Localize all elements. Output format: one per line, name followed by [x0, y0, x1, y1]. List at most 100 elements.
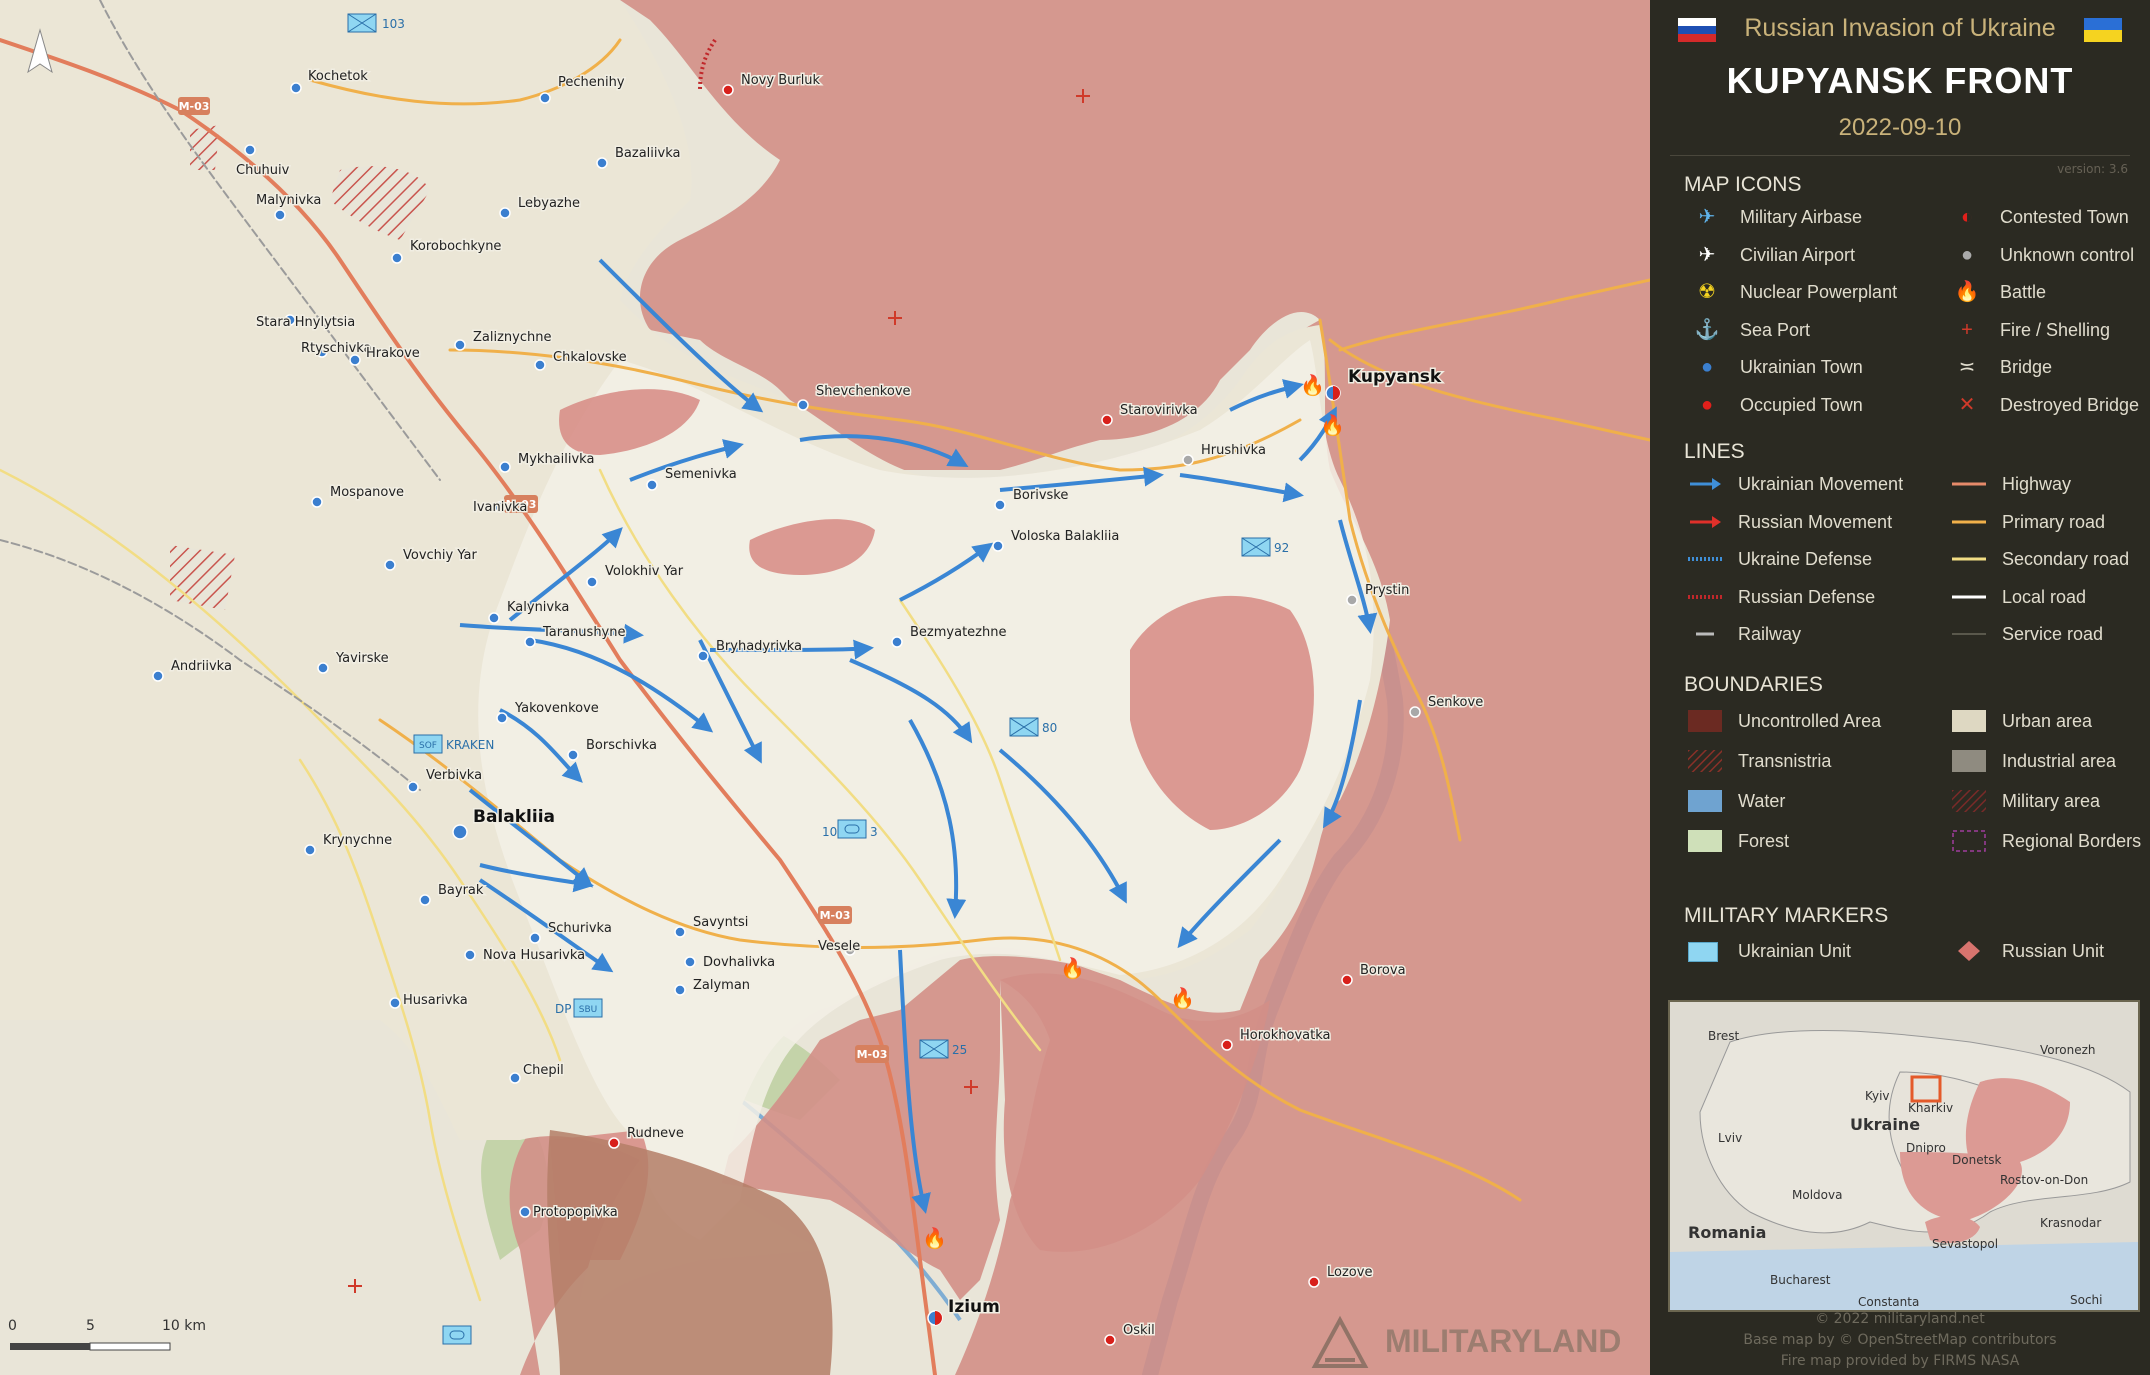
town-label: Mospanove: [330, 485, 404, 500]
town-marker-horokhovatka[interactable]: [1221, 1039, 1233, 1051]
town-marker-kalynivka[interactable]: [488, 612, 500, 624]
town-marker-protopopivka[interactable]: [519, 1206, 531, 1218]
town-marker-semenivka[interactable]: [646, 479, 658, 491]
town-marker-mykhailivka[interactable]: [499, 461, 511, 473]
town-marker-zaliznychne[interactable]: [454, 339, 466, 351]
town-marker-prystin[interactable]: [1346, 594, 1358, 606]
town-label: Malynivka: [256, 193, 321, 208]
town-marker-chuhuiv[interactable]: [244, 144, 256, 156]
town-marker-taranushyne[interactable]: [524, 636, 536, 648]
town-marker-borschivka[interactable]: [567, 749, 579, 761]
legend-label: Uncontrolled Area: [1738, 711, 1882, 731]
unit-dp-sbu[interactable]: DP SBU: [555, 998, 603, 1018]
town-marker-kochetok[interactable]: [290, 82, 302, 94]
inset-label: Lviv: [1718, 1131, 1742, 1145]
svg-text:SOF: SOF: [419, 741, 437, 751]
half-dot-icon: ◐: [1960, 206, 1974, 228]
town-marker-balakliia[interactable]: [452, 824, 468, 840]
town-marker-krynychne[interactable]: [304, 844, 316, 856]
town-marker-yakovenkove[interactable]: [496, 712, 508, 724]
unit-sof-kraken[interactable]: SOF KRAKEN: [413, 734, 494, 754]
svg-text:10 km: 10 km: [162, 1318, 206, 1334]
town-label: Andriivka: [171, 659, 232, 674]
town-label: Novy Burluk: [741, 73, 821, 88]
town-marker-lebyazhe[interactable]: [499, 207, 511, 219]
overview-inset-map: Brest Voronezh Kyiv Lviv Ukraine Kharkiv Dnipr…: [1668, 1000, 2140, 1312]
town-marker-nova-husarivka[interactable]: [464, 949, 476, 961]
town-marker-hrushivka[interactable]: [1182, 454, 1194, 466]
civilian-airport-icon: ✈: [1698, 243, 1716, 266]
town-marker-schurivka[interactable]: [529, 932, 541, 944]
legend-label: Military area: [2002, 791, 2101, 811]
town-marker-pechenihy[interactable]: [539, 92, 551, 104]
town-marker-bazaliivka[interactable]: [596, 157, 608, 169]
town-marker-savyntsi[interactable]: [674, 926, 686, 938]
town-marker-starovirivka[interactable]: [1101, 414, 1113, 426]
town-marker-verbivka[interactable]: [407, 781, 419, 793]
red-dot-icon: ●: [1700, 393, 1714, 416]
town-marker-shevchenkove[interactable]: [797, 399, 809, 411]
fire-icon: 🔥: [1300, 373, 1325, 397]
military-markers-title: MILITARY MARKERS: [1684, 904, 1889, 927]
town-label: Hrakove: [366, 346, 420, 361]
town-label: Horokhovatka: [1240, 1028, 1331, 1043]
town-label: Kupyansk: [1348, 367, 1442, 387]
town-label: Volokhiv Yar: [605, 564, 684, 579]
legend-label: Ukraine Defense: [1738, 549, 1873, 569]
legend-label: Nuclear Powerplant: [1740, 282, 1898, 302]
town-marker-husarivka[interactable]: [389, 997, 401, 1009]
destroyed-bridge-icon: ✕: [1958, 393, 1976, 416]
svg-text:80: 80: [1042, 721, 1057, 735]
map-canvas[interactable]: M-03 M-03 M-03 M-03 103 92 80 SOF KRAKEN…: [0, 0, 1650, 1375]
fire-icon: 🔥: [922, 1226, 947, 1250]
credit-basemap: Base map by © OpenStreetMap contributors: [1743, 1332, 2057, 1348]
town-marker-yavirske[interactable]: [317, 662, 329, 674]
unit-25[interactable]: 25: [919, 1039, 967, 1059]
town-label: Yakovenkove: [514, 701, 599, 716]
legend-label: Occupied Town: [1740, 394, 1863, 415]
town-marker-bayrak[interactable]: [419, 894, 431, 906]
unit-103[interactable]: 103: [347, 13, 405, 33]
unit-bottom-left[interactable]: [442, 1325, 472, 1345]
credit-firemap: Fire map provided by FIRMS NASA: [1780, 1353, 2020, 1369]
town-label: Lebyazhe: [518, 196, 580, 211]
town-marker-chepil[interactable]: [509, 1072, 521, 1084]
town-marker-vovchiy-yar[interactable]: [384, 559, 396, 571]
town-marker-dovhalivka[interactable]: [684, 956, 696, 968]
legend-label: Industrial area: [2002, 751, 2117, 771]
town-marker-zalyman[interactable]: [674, 984, 686, 996]
military-area-hatch-3: [190, 125, 220, 170]
town-marker-voloska-balakliia[interactable]: [992, 540, 1004, 552]
town-marker-korobochkyne[interactable]: [391, 252, 403, 264]
map-svg: M-03 M-03 M-03 M-03 103 92 80 SOF KRAKEN…: [0, 0, 1650, 1375]
town-marker-senkove[interactable]: [1409, 706, 1421, 718]
legend-label: Sea Port: [1740, 319, 1811, 340]
town-marker-lozove[interactable]: [1308, 1276, 1320, 1288]
inset-label: Dnipro: [1906, 1141, 1946, 1155]
town-marker-volokhiv-yar[interactable]: [586, 576, 598, 588]
town-marker-bezmyatezhne[interactable]: [891, 636, 903, 648]
town-marker-mospanove[interactable]: [311, 496, 323, 508]
town-marker-malynivka[interactable]: [274, 209, 286, 221]
town-label: Zalyman: [693, 978, 750, 993]
town-label: Izium: [948, 1297, 1000, 1317]
military-area-hatch-1: [170, 545, 235, 610]
town-marker-rudneve[interactable]: [608, 1137, 620, 1149]
town-label: Hrushivka: [1201, 443, 1266, 458]
inset-label: Krasnodar: [2040, 1216, 2101, 1230]
town-marker-hrakove[interactable]: [349, 354, 361, 366]
town-marker-borova[interactable]: [1341, 974, 1353, 986]
town-marker-andriivka[interactable]: [152, 670, 164, 682]
town-label: Bryhadyrivka: [716, 639, 802, 654]
town-marker-oskil[interactable]: [1104, 1334, 1116, 1346]
legend-label: Railway: [1738, 624, 1802, 644]
town-marker-novy-burluk[interactable]: [722, 84, 734, 96]
town-label: Protopopivka: [533, 1205, 618, 1220]
town-marker-chkalovske[interactable]: [534, 359, 546, 371]
unit-80[interactable]: 80: [1009, 717, 1057, 737]
unit-92[interactable]: 92: [1241, 537, 1289, 557]
inset-label: Ukraine: [1850, 1115, 1920, 1134]
town-marker-borivske[interactable]: [994, 499, 1006, 511]
town-label: Verbivka: [426, 768, 482, 783]
town-marker-bryhadyrivka[interactable]: [697, 650, 709, 662]
